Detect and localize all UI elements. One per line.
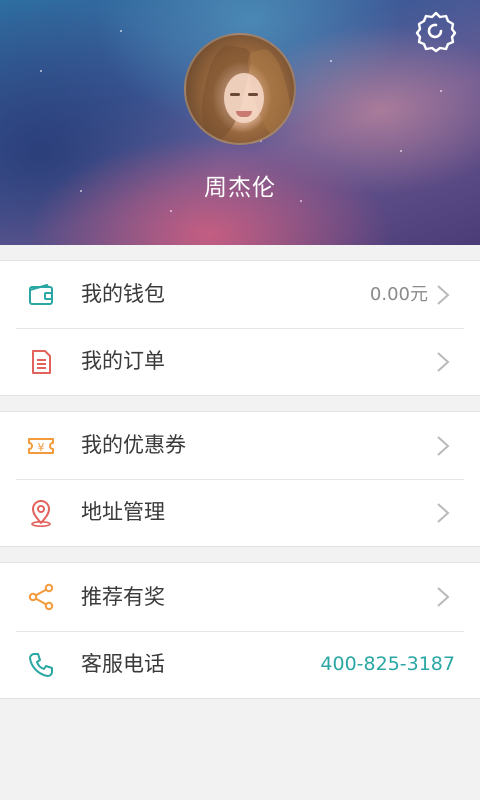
menu-item-label: 客服电话 — [81, 652, 165, 676]
menu-item-customer-service[interactable]: 客服电话 400-825-3187 — [0, 631, 480, 698]
profile-header: 周杰伦 — [0, 0, 480, 245]
menu-group-benefits: ¥ 我的优惠券 地址管理 — [0, 411, 480, 547]
wallet-icon — [29, 284, 53, 305]
phone-icon — [29, 653, 53, 677]
coupon-icon: ¥ — [28, 438, 54, 454]
menu-item-label: 我的订单 — [81, 349, 165, 373]
menu-item-address[interactable]: 地址管理 — [0, 479, 480, 546]
menu-item-referral[interactable]: 推荐有奖 — [0, 563, 480, 631]
chevron-right-icon — [437, 436, 450, 456]
menu-item-label: 地址管理 — [81, 500, 165, 524]
document-icon — [32, 350, 51, 374]
chevron-right-icon — [437, 285, 450, 305]
gear-icon — [415, 11, 457, 53]
wallet-balance: 0.00元 — [369, 284, 428, 305]
menu-group-account: 我的钱包 0.00元 我的订单 — [0, 260, 480, 396]
menu-item-orders[interactable]: 我的订单 — [0, 328, 480, 395]
menu-item-coupons[interactable]: ¥ 我的优惠券 — [0, 412, 480, 479]
share-icon — [28, 583, 54, 611]
chevron-right-icon — [437, 352, 450, 372]
menu-item-label: 我的优惠券 — [81, 433, 186, 457]
service-phone-number[interactable]: 400-825-3187 — [320, 631, 455, 698]
menu-item-wallet[interactable]: 我的钱包 0.00元 — [0, 261, 480, 328]
avatar[interactable] — [184, 33, 296, 145]
settings-button[interactable] — [414, 9, 458, 53]
menu-group-support: 推荐有奖 客服电话 400-825-3187 — [0, 562, 480, 699]
location-pin-icon — [31, 500, 51, 527]
user-name: 周杰伦 — [204, 175, 276, 201]
menu-item-label: 我的钱包 — [81, 282, 165, 306]
chevron-right-icon — [437, 503, 450, 523]
svg-text:¥: ¥ — [38, 441, 45, 454]
profile-screen: 周杰伦 我的钱包 0.00元 我的订单 ¥ 我的优惠券 地址管理 推荐有奖 客服… — [0, 0, 480, 800]
menu-item-label: 推荐有奖 — [81, 585, 165, 609]
chevron-right-icon — [437, 587, 450, 607]
